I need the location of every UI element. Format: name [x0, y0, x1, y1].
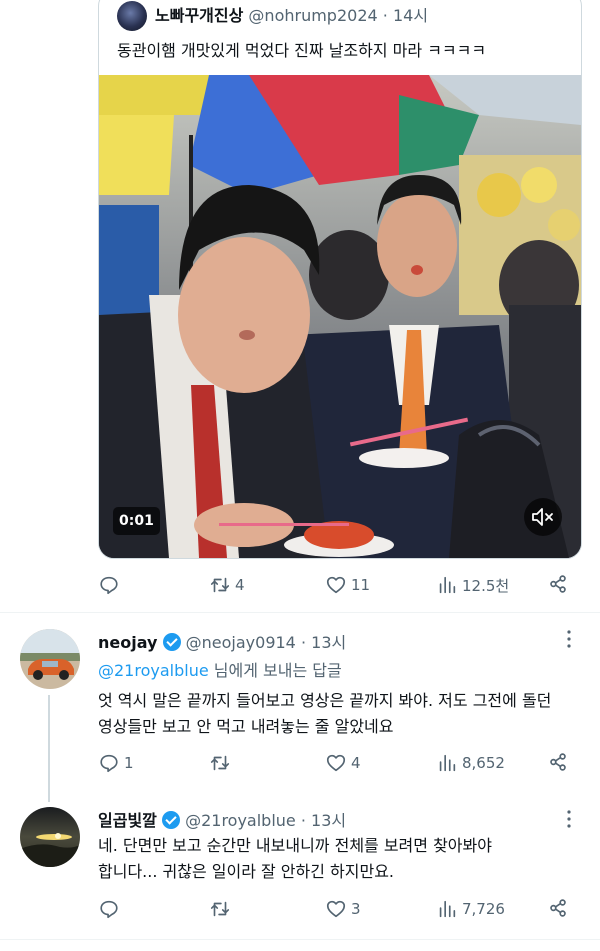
reply-button[interactable]: 1 [98, 752, 134, 774]
mute-button[interactable] [524, 498, 562, 536]
more-options-button[interactable] [562, 808, 576, 830]
thread-line [48, 695, 50, 802]
reply-count: 1 [124, 754, 134, 772]
verified-badge-icon [161, 811, 180, 829]
views-button[interactable]: 8,652 [436, 752, 505, 774]
retweet-icon [210, 901, 230, 917]
speaker-muted-icon [532, 508, 553, 526]
retweet-button[interactable]: 4 [209, 574, 245, 596]
video-frame-image [99, 75, 581, 558]
reply-icon [100, 576, 118, 595]
reply1-handle[interactable]: @neojay0914 [186, 633, 296, 652]
replying-to-handle[interactable]: @21royalblue [98, 661, 209, 680]
reply-button[interactable] [98, 898, 124, 920]
quoted-tweet-card[interactable]: 노빠꾸개진상 @nohrump2024 · 14시 동관이햄 개맛있게 먹었다 … [98, 0, 582, 559]
reply2-time[interactable]: 13시 [311, 811, 346, 830]
more-options-button[interactable] [562, 628, 576, 650]
video-duration-badge: 0:01 [113, 507, 160, 535]
heart-icon [326, 754, 346, 772]
more-dots-icon [567, 810, 571, 828]
views-count: 7,726 [462, 900, 505, 918]
quoted-author-handle[interactable]: @nohrump2024 [248, 6, 377, 25]
retweet-icon [210, 577, 230, 593]
views-chart-icon [439, 576, 456, 594]
royalblue-avatar[interactable] [20, 807, 80, 867]
reply1-time[interactable]: 13시 [311, 633, 346, 652]
dot-separator: · [300, 633, 307, 652]
divider [0, 612, 600, 613]
views-button[interactable]: 7,726 [436, 898, 505, 920]
reply-icon [100, 900, 118, 919]
replying-to-line: @21royalblue 님에게 보내는 답글 [98, 657, 342, 681]
like-count: 4 [351, 754, 361, 772]
quoted-tweet-avatar[interactable] [117, 1, 147, 31]
reply1-text: 엇 역시 말은 끝까지 들어보고 영상은 끝까지 봐야. 저도 그전에 돌던 영… [98, 688, 578, 740]
share-button[interactable] [547, 751, 569, 773]
like-button[interactable]: 4 [325, 752, 361, 774]
avatar-image [20, 629, 80, 689]
dot-separator: · [382, 6, 388, 25]
share-icon [550, 753, 566, 771]
reply2-text-line: 네. 단면만 보고 순간만 내보내니까 전체를 보려면 찾아봐야 [98, 836, 492, 855]
divider [0, 939, 600, 940]
views-count: 8,652 [462, 754, 505, 772]
retweet-icon [210, 755, 230, 771]
reply2-handle[interactable]: @21royalblue [185, 811, 296, 830]
reply1-text-line: 영상들만 보고 안 먹고 내려놓는 줄 알았네요 [98, 717, 394, 736]
retweet-button[interactable] [209, 898, 235, 920]
replying-to-suffix: 님에게 보내는 답글 [213, 661, 342, 680]
quoted-author-name[interactable]: 노빠꾸개진상 [155, 6, 243, 25]
reply-icon [100, 754, 118, 773]
reply2-text-line: 합니다... 귀찮은 일이라 잘 안하긴 하지만요. [98, 862, 395, 881]
reply1-text-line: 엇 역시 말은 끝까지 들어보고 영상은 끝까지 봐야. 저도 그전에 돌던 [98, 691, 552, 710]
share-button[interactable] [547, 573, 569, 595]
views-button[interactable]: 12.5천 [436, 574, 509, 596]
views-chart-icon [439, 754, 456, 772]
retweet-count: 4 [235, 576, 245, 594]
avatar-image [20, 807, 80, 867]
share-icon [550, 575, 566, 593]
share-button[interactable] [547, 897, 569, 919]
quoted-tweet-time[interactable]: 14시 [393, 6, 428, 25]
reply-button[interactable] [98, 574, 124, 596]
reply2-text: 네. 단면만 보고 순간만 내보내니까 전체를 보려면 찾아봐야 합니다... … [98, 833, 578, 885]
heart-icon [326, 900, 346, 918]
share-icon [550, 899, 566, 917]
video-duration: 0:01 [119, 513, 154, 529]
quoted-tweet-text: 동관이햄 개맛있게 먹었다 진짜 날조하지 마라 ㅋㅋㅋㅋ [117, 41, 487, 60]
reply2-author-name[interactable]: 일곱빛깔 [98, 811, 157, 830]
like-button[interactable]: 11 [325, 574, 370, 596]
retweet-button[interactable] [209, 752, 235, 774]
more-dots-icon [567, 630, 571, 648]
like-button[interactable]: 3 [325, 898, 361, 920]
heart-icon [326, 576, 346, 594]
video-player[interactable]: 0:01 [99, 75, 581, 558]
neojay-avatar[interactable] [20, 629, 80, 689]
views-count: 12.5천 [462, 576, 510, 595]
like-count: 11 [351, 576, 371, 594]
reply1-author-name[interactable]: neojay [98, 633, 157, 652]
verified-badge-icon [162, 633, 181, 651]
views-chart-icon [439, 900, 456, 918]
like-count: 3 [351, 900, 361, 918]
dot-separator: · [300, 811, 306, 830]
